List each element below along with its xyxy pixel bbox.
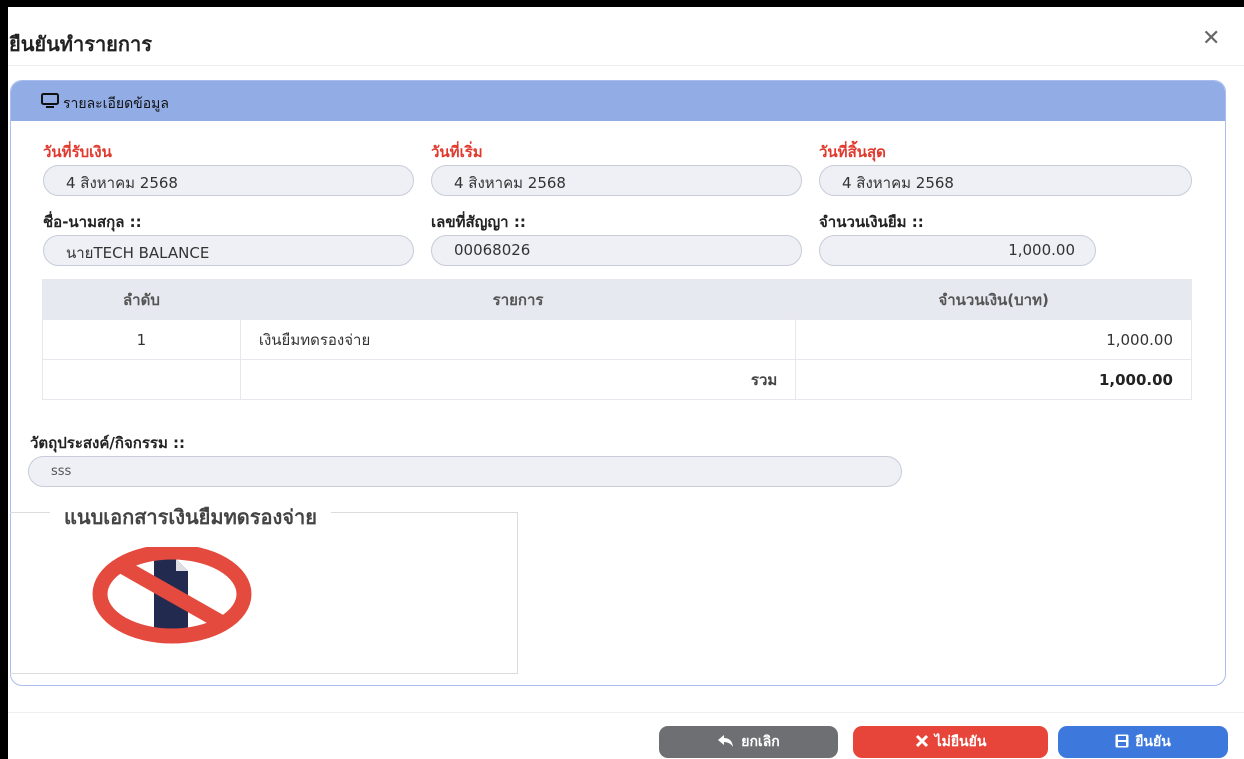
name-field[interactable]: นายTECH BALANCE — [43, 235, 414, 266]
panel-header: รายละเอียดข้อมูล — [11, 81, 1225, 121]
start-date-label: วันที่เริ่ม — [431, 143, 483, 161]
reject-button-label: ไม่ยืนยัน — [934, 734, 987, 750]
end-date-label: วันที่สิ้นสุด — [819, 143, 886, 161]
back-arrow-icon — [717, 734, 735, 751]
end-date-field[interactable]: 4 สิงหาคม 2568 — [819, 165, 1192, 196]
cell-item: เงินยืมทดรองจ่าย — [239, 319, 797, 360]
name-label: ชื่อ-นามสกุล :: — [43, 213, 142, 231]
window-left-border — [0, 0, 8, 759]
no-document-icon — [92, 544, 292, 651]
cell-amount: 1,000.00 — [795, 319, 1192, 360]
contract-no-field[interactable]: 00068026 — [431, 235, 802, 266]
x-icon — [915, 734, 929, 751]
close-icon[interactable]: ✕ — [1202, 26, 1220, 51]
col-header-item: รายการ — [239, 279, 797, 320]
purpose-label: วัตถุประสงค์/กิจกรรม :: — [30, 434, 186, 452]
reject-button[interactable]: ไม่ยืนยัน — [853, 726, 1048, 758]
total-label: รวม — [239, 359, 797, 400]
receive-date-field[interactable]: 4 สิงหาคม 2568 — [43, 165, 414, 196]
confirm-button[interactable]: ยืนยัน — [1058, 726, 1228, 758]
panel-title: รายละเอียดข้อมูล — [63, 96, 169, 112]
loan-amount-label: จำนวนเงินยืม :: — [819, 213, 924, 231]
save-icon — [1115, 734, 1129, 751]
table-header-row: ลำดับ รายการ จำนวนเงิน(บาท) — [42, 279, 1192, 320]
col-header-no: ลำดับ — [42, 279, 241, 320]
purpose-field[interactable]: sss — [28, 456, 902, 487]
cell-empty — [42, 359, 241, 400]
contract-no-label: เลขที่สัญญา :: — [431, 213, 526, 231]
table-row: 1 เงินยืมทดรองจ่าย 1,000.00 — [42, 319, 1192, 360]
window-top-border — [0, 0, 1244, 7]
loan-amount-field[interactable]: 1,000.00 — [819, 235, 1096, 266]
attachment-legend: แนบเอกสารเงินยืมทดรองจ่าย — [50, 501, 331, 533]
cell-no: 1 — [42, 319, 241, 360]
header-divider — [8, 65, 1244, 66]
receive-date-label: วันที่รับเงิน — [43, 143, 112, 161]
monitor-icon — [41, 93, 59, 113]
table-total-row: รวม 1,000.00 — [42, 359, 1192, 400]
col-header-amount: จำนวนเงิน(บาท) — [795, 279, 1192, 320]
footer-divider — [8, 712, 1244, 713]
confirm-button-label: ยืนยัน — [1135, 734, 1171, 750]
start-date-field[interactable]: 4 สิงหาคม 2568 — [431, 165, 802, 196]
cancel-button[interactable]: ยกเลิก — [659, 726, 838, 758]
modal-title: ยืนยันทำรายการ — [9, 32, 152, 56]
cancel-button-label: ยกเลิก — [741, 734, 780, 750]
total-value: 1,000.00 — [795, 359, 1192, 400]
items-table: ลำดับ รายการ จำนวนเงิน(บาท) 1 เงินยืมทดร… — [42, 279, 1192, 400]
